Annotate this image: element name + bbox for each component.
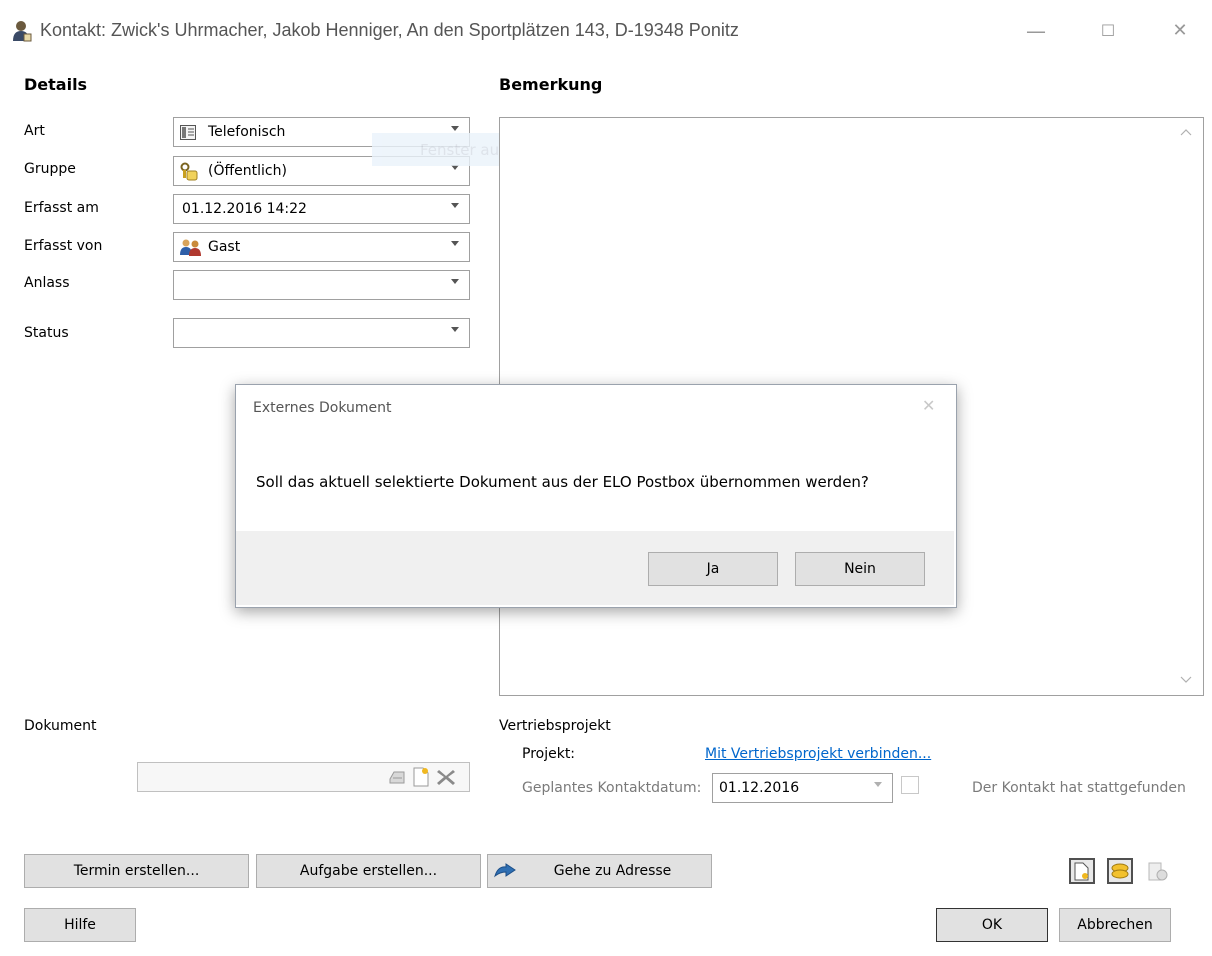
minimize-button[interactable]: — xyxy=(1016,14,1056,48)
erfasst-von-label: Erfasst von xyxy=(24,238,103,254)
calculator-icon[interactable] xyxy=(1146,861,1170,883)
erfasst-am-value: 01.12.2016 14:22 xyxy=(182,201,307,217)
phone-list-icon xyxy=(180,125,196,140)
scroll-down-icon[interactable] xyxy=(1180,676,1192,684)
chevron-down-icon xyxy=(874,782,882,787)
chevron-down-icon xyxy=(451,203,459,208)
close-button[interactable]: ✕ xyxy=(1160,14,1200,48)
gruppe-label: Gruppe xyxy=(24,161,76,177)
no-button[interactable]: Nein xyxy=(795,552,925,586)
coins-icon[interactable] xyxy=(1107,858,1133,884)
bemerkung-heading: Bemerkung xyxy=(499,75,603,94)
dokument-field xyxy=(137,762,470,792)
chevron-down-icon xyxy=(451,279,459,284)
termin-erstellen-button[interactable]: Termin erstellen... xyxy=(24,854,249,888)
dialog-footer: Ja Nein xyxy=(236,531,954,605)
yes-button[interactable]: Ja xyxy=(648,552,778,586)
kontaktdatum-select[interactable]: 01.12.2016 xyxy=(712,773,893,803)
erfasst-von-value: Gast xyxy=(208,239,241,255)
ok-button[interactable]: OK xyxy=(936,908,1048,942)
chevron-down-icon xyxy=(451,126,459,131)
anlass-select[interactable] xyxy=(173,270,470,300)
title-bar: Kontakt: Zwick's Uhrmacher, Jakob Hennig… xyxy=(0,0,1212,64)
projekt-label: Projekt: xyxy=(522,746,576,762)
erfasst-am-select[interactable]: 01.12.2016 14:22 xyxy=(173,194,470,224)
details-heading: Details xyxy=(24,75,88,94)
window-title: Kontakt: Zwick's Uhrmacher, Jakob Hennig… xyxy=(40,20,739,40)
gehe-zu-adresse-label: Gehe zu Adresse xyxy=(553,863,672,879)
status-select[interactable] xyxy=(173,318,470,348)
contact-person-icon xyxy=(13,21,32,42)
art-label: Art xyxy=(24,123,45,139)
projekt-link[interactable]: Mit Vertriebsprojekt verbinden... xyxy=(705,746,931,762)
kontaktdatum-label: Geplantes Kontaktdatum: xyxy=(522,780,702,796)
anlass-label: Anlass xyxy=(24,275,70,291)
status-label: Status xyxy=(24,325,69,341)
erfasst-am-label: Erfasst am xyxy=(24,200,99,216)
gehe-zu-adresse-button[interactable]: Gehe zu Adresse xyxy=(487,854,712,888)
aufgabe-erstellen-button[interactable]: Aufgabe erstellen... xyxy=(256,854,481,888)
erfasst-von-select[interactable]: Gast xyxy=(173,232,470,262)
kontaktdatum-value: 01.12.2016 xyxy=(719,780,800,796)
maximize-button[interactable]: ☐ xyxy=(1088,14,1128,48)
cancel-button[interactable]: Abbrechen xyxy=(1059,908,1171,942)
gruppe-value: (Öffentlich) xyxy=(208,163,287,179)
stattgefunden-checkbox[interactable] xyxy=(901,776,919,794)
help-button[interactable]: Hilfe xyxy=(24,908,136,942)
chevron-down-icon xyxy=(451,327,459,332)
dialog-title: Externes Dokument xyxy=(253,400,392,416)
dialog-close-icon[interactable]: ✕ xyxy=(922,396,935,415)
scanner-icon[interactable] xyxy=(388,769,406,785)
dokument-label: Dokument xyxy=(24,718,97,734)
externes-dokument-dialog: Externes Dokument ✕ Soll das aktuell sel… xyxy=(235,384,957,608)
dialog-message: Soll das aktuell selektierte Dokument au… xyxy=(256,473,869,491)
stattgefunden-label: Der Kontakt hat stattgefunden xyxy=(972,780,1186,796)
art-value: Telefonisch xyxy=(208,124,286,140)
group-key-icon xyxy=(180,162,198,181)
scroll-up-icon[interactable] xyxy=(1180,128,1192,136)
delete-icon[interactable] xyxy=(436,768,456,786)
new-document-icon[interactable] xyxy=(413,767,429,787)
users-icon xyxy=(180,239,201,256)
chevron-down-icon xyxy=(451,241,459,246)
document-new-icon[interactable] xyxy=(1069,858,1095,884)
map-arrow-icon xyxy=(494,863,516,878)
vertriebsprojekt-heading: Vertriebsprojekt xyxy=(499,718,611,734)
